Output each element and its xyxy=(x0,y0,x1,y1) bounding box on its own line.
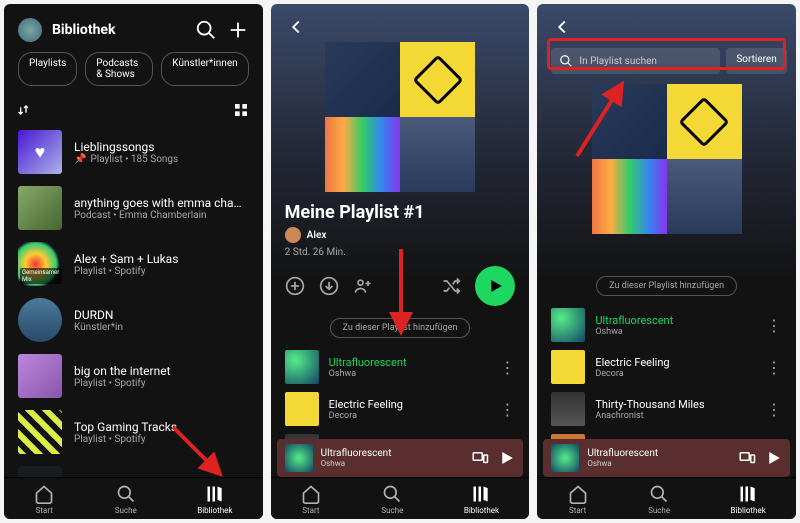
track-more-icon[interactable]: ⋮ xyxy=(499,400,515,419)
item-thumb xyxy=(18,354,62,398)
track-thumb xyxy=(551,308,585,342)
list-item[interactable]: anything goes with emma chamberlainPodca… xyxy=(18,180,249,236)
nav-search[interactable]: Suche xyxy=(115,484,137,515)
shuffle-icon[interactable] xyxy=(441,276,461,296)
list-item[interactable]: Deep FocusPlaylist • Spotify xyxy=(18,460,249,477)
search-icon[interactable] xyxy=(195,19,217,41)
track-row[interactable]: UltrafluorescentOshwa⋮ xyxy=(551,304,782,346)
library-title: Bibliothek xyxy=(52,22,185,38)
item-thumb xyxy=(18,466,62,477)
playlist-search-screen: Sortieren Zu dieser Playlist hinzufügen … xyxy=(537,4,796,519)
track-more-icon[interactable]: ⋮ xyxy=(499,358,515,377)
back-icon[interactable] xyxy=(285,16,307,38)
item-thumb: Gemeinsamer Mix xyxy=(18,242,62,286)
add-icon[interactable] xyxy=(227,19,249,41)
devices-icon[interactable] xyxy=(738,449,756,467)
chip-playlists[interactable]: Playlists xyxy=(18,52,77,86)
item-name: Lieblingssongs xyxy=(74,140,249,154)
item-thumb xyxy=(18,410,62,454)
list-item[interactable]: big on the internetPlaylist • Spotify xyxy=(18,348,249,404)
chip-artists[interactable]: Künstler*innen xyxy=(161,52,248,86)
playlist-title: Meine Playlist #1 xyxy=(285,202,516,223)
search-box[interactable] xyxy=(551,48,720,74)
item-thumb xyxy=(18,298,62,342)
library-screen: Bibliothek Playlists Podcasts & Shows Kü… xyxy=(4,4,263,519)
devices-icon[interactable] xyxy=(471,449,489,467)
bottom-nav: Start Suche Bibliothek xyxy=(271,477,530,519)
nav-library[interactable]: Bibliothek xyxy=(197,484,232,515)
track-name: Thirty-Thousand Miles xyxy=(595,398,756,411)
now-playing-thumb xyxy=(551,444,579,472)
track-name: Electric Feeling xyxy=(329,398,490,411)
playlist-screen: Meine Playlist #1 Alex 2 Std. 26 Min. Zu… xyxy=(271,4,530,519)
add-to-playlist-button[interactable]: Zu dieser Playlist hinzufügen xyxy=(596,276,737,296)
add-to-playlist-button[interactable]: Zu dieser Playlist hinzufügen xyxy=(330,318,471,338)
download-icon[interactable] xyxy=(319,276,339,296)
track-more-icon[interactable]: ⋮ xyxy=(766,400,782,419)
nav-start[interactable]: Start xyxy=(568,484,588,515)
bottom-nav: Start Suche Bibliothek xyxy=(4,477,263,519)
track-row[interactable]: Electric FeelingDecora⋮ xyxy=(551,346,782,388)
sort-icon[interactable] xyxy=(18,102,34,118)
playlist-cover xyxy=(592,84,742,234)
nav-library[interactable]: Bibliothek xyxy=(464,484,499,515)
nav-search[interactable]: Suche xyxy=(381,484,403,515)
search-icon xyxy=(559,54,573,68)
item-name: big on the internet xyxy=(74,364,249,378)
track-name: Ultrafluorescent xyxy=(595,314,756,327)
item-name: anything goes with emma chamberlain xyxy=(74,196,249,210)
liked-songs-icon: ♥ xyxy=(18,130,62,174)
playlist-duration: 2 Std. 26 Min. xyxy=(285,247,516,258)
owner-name[interactable]: Alex xyxy=(307,230,327,241)
owner-avatar[interactable] xyxy=(285,227,301,243)
now-playing-name: Ultrafluorescent xyxy=(321,448,464,459)
track-name: Ultrafluorescent xyxy=(329,356,490,369)
playlist-cover xyxy=(325,42,475,192)
sort-button[interactable]: Sortieren xyxy=(726,48,786,74)
add-circle-icon[interactable] xyxy=(285,276,305,296)
nav-search[interactable]: Suche xyxy=(648,484,670,515)
list-item[interactable]: ♥ Lieblingssongs📌Playlist • 185 Songs xyxy=(18,124,249,180)
play-icon[interactable] xyxy=(497,449,515,467)
chip-podcasts[interactable]: Podcasts & Shows xyxy=(85,52,153,86)
track-thumb xyxy=(285,392,319,426)
pin-icon: 📌 xyxy=(74,154,86,165)
now-playing-thumb xyxy=(285,444,313,472)
item-name: DURDN xyxy=(74,308,249,322)
now-playing-name: Ultrafluorescent xyxy=(587,448,730,459)
track-more-icon[interactable]: ⋮ xyxy=(766,358,782,377)
track-more-icon[interactable]: ⋮ xyxy=(766,316,782,335)
play-icon[interactable] xyxy=(764,449,782,467)
profile-avatar[interactable] xyxy=(18,18,42,42)
nav-start[interactable]: Start xyxy=(301,484,321,515)
item-name: Top Gaming Tracks xyxy=(74,420,249,434)
grid-view-icon[interactable] xyxy=(233,102,249,118)
now-playing-bar[interactable]: UltrafluorescentOshwa xyxy=(543,439,790,477)
track-row[interactable]: Thirty-Thousand MilesAnachronist⋮ xyxy=(551,388,782,430)
item-thumb xyxy=(18,186,62,230)
list-item[interactable]: Top Gaming TracksPlaylist • Spotify xyxy=(18,404,249,460)
item-name: Deep Focus xyxy=(74,476,249,478)
bottom-nav: Start Suche Bibliothek xyxy=(537,477,796,519)
now-playing-bar[interactable]: UltrafluorescentOshwa xyxy=(277,439,524,477)
nav-start[interactable]: Start xyxy=(34,484,54,515)
list-item[interactable]: DURDNKünstler*in xyxy=(18,292,249,348)
play-button[interactable] xyxy=(475,266,515,306)
track-row[interactable]: Electric FeelingDecora⋮ xyxy=(285,388,516,430)
track-row[interactable]: UltrafluorescentOshwa⋮ xyxy=(285,346,516,388)
invite-icon[interactable] xyxy=(353,276,373,296)
track-thumb xyxy=(551,350,585,384)
back-icon[interactable] xyxy=(551,16,573,38)
track-name: Electric Feeling xyxy=(595,356,756,369)
nav-library[interactable]: Bibliothek xyxy=(731,484,766,515)
item-name: Alex + Sam + Lukas xyxy=(74,252,249,266)
track-thumb xyxy=(285,350,319,384)
search-input[interactable] xyxy=(579,56,712,67)
list-item[interactable]: Gemeinsamer Mix Alex + Sam + LukasPlayli… xyxy=(18,236,249,292)
track-thumb xyxy=(551,392,585,426)
